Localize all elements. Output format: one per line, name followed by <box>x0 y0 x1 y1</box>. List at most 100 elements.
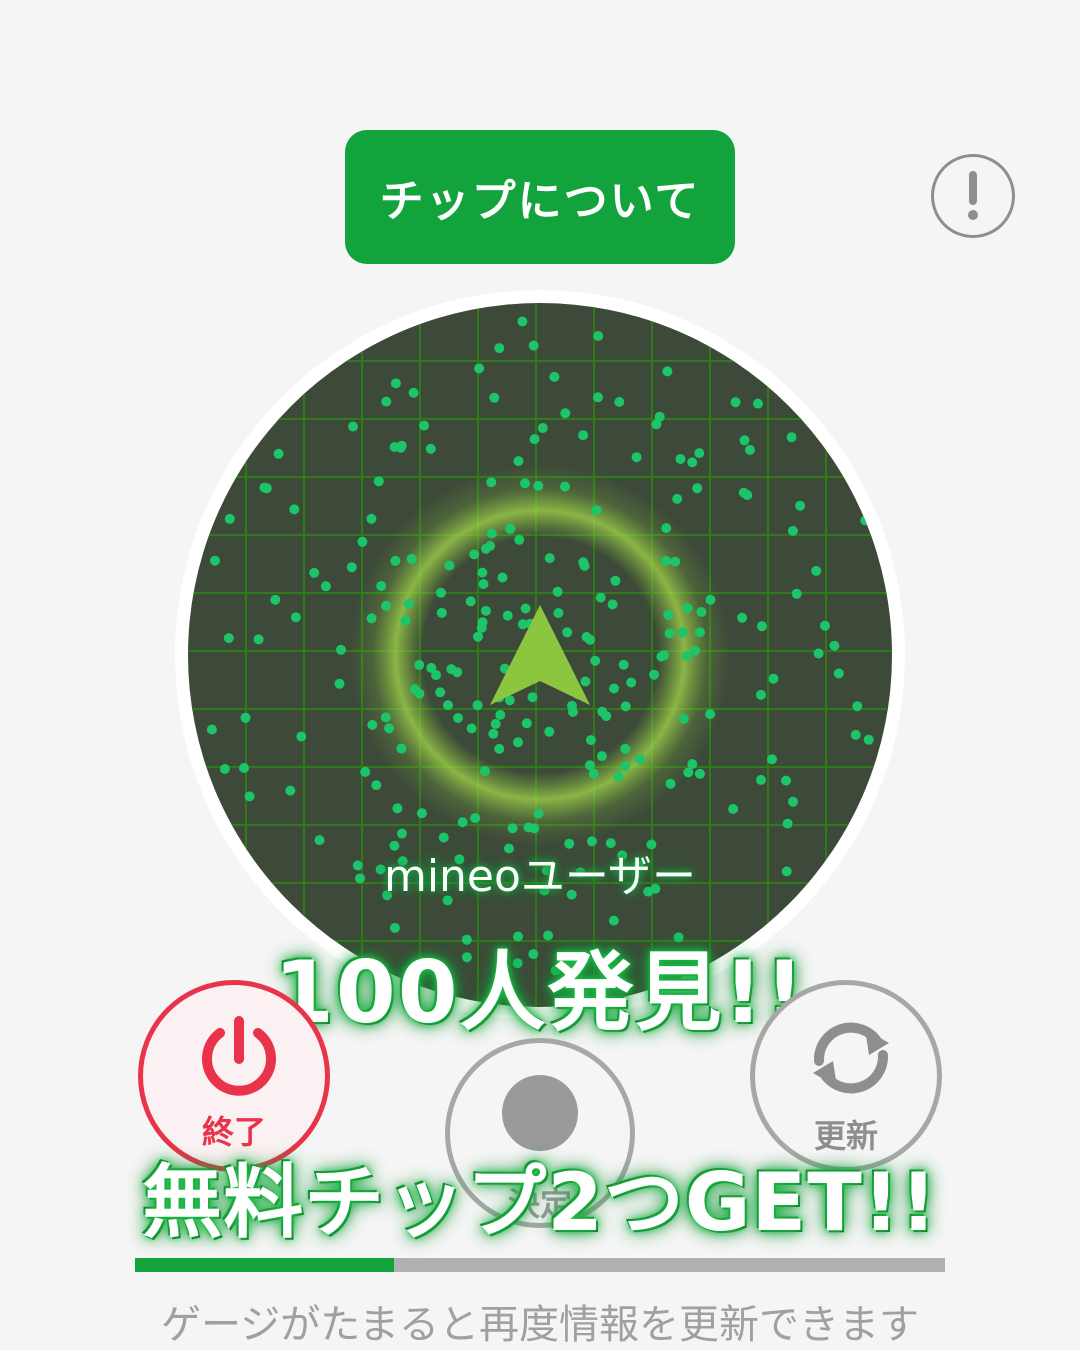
user-dot <box>261 483 272 494</box>
user-dot <box>346 562 357 573</box>
user-dot <box>528 340 539 351</box>
user-dot <box>607 599 618 610</box>
user-dot <box>360 766 371 777</box>
user-dot <box>782 818 793 829</box>
user-dot <box>781 384 791 395</box>
user-dot <box>488 728 499 739</box>
user-dot <box>240 712 251 723</box>
user-dot <box>380 712 391 723</box>
user-dot <box>527 692 538 703</box>
user-dot <box>425 443 436 454</box>
user-dot <box>381 396 392 407</box>
user-dot <box>687 759 698 769</box>
user-dot <box>334 678 345 689</box>
refresh-icon <box>813 1022 889 1094</box>
user-dot <box>593 392 603 403</box>
user-dot <box>585 634 595 645</box>
user-dot <box>694 627 705 638</box>
user-dot <box>553 608 564 618</box>
user-type-label: mineoユーザー <box>383 851 697 902</box>
user-dot <box>474 363 485 374</box>
user-dot <box>436 607 447 618</box>
user-dot <box>465 596 476 607</box>
user-dot <box>791 588 802 599</box>
refresh-gauge <box>135 1258 945 1272</box>
user-dot <box>453 713 463 723</box>
user-dot <box>513 737 523 748</box>
user-dot <box>634 754 645 765</box>
info-button[interactable] <box>931 154 1015 238</box>
user-dot <box>813 648 824 659</box>
user-dot <box>850 729 861 740</box>
user-dot <box>490 718 501 729</box>
user-dot <box>523 822 534 833</box>
user-dot <box>480 605 491 616</box>
exclamation-icon <box>968 171 978 220</box>
user-dot <box>786 432 797 443</box>
user-dot <box>811 565 822 576</box>
user-dot <box>400 615 411 626</box>
user-dot <box>273 448 284 459</box>
user-dot <box>426 662 437 673</box>
free-chip-promo: 無料チップ2つGET!! <box>142 1156 938 1249</box>
user-dot <box>479 766 490 776</box>
user-dot <box>270 594 281 605</box>
user-dot <box>692 483 703 494</box>
user-dot <box>662 366 673 377</box>
user-dot <box>620 743 631 754</box>
user-dot <box>507 823 518 834</box>
user-dot <box>244 791 255 802</box>
user-dot <box>744 444 755 455</box>
user-dot <box>591 505 602 516</box>
user-dot <box>390 378 401 389</box>
user-dot <box>537 423 548 433</box>
user-dot <box>296 731 307 742</box>
user-dot <box>738 487 749 498</box>
user-dot <box>756 774 766 785</box>
user-dot <box>596 751 607 762</box>
user-dot <box>614 397 625 407</box>
user-dot <box>544 726 555 737</box>
user-dot <box>473 631 483 642</box>
user-dot <box>443 700 453 711</box>
user-dot <box>414 688 425 699</box>
user-dot <box>371 780 382 791</box>
user-dot <box>672 493 683 504</box>
user-dot <box>381 600 392 611</box>
user-dot <box>408 387 419 398</box>
user-dot <box>580 676 591 687</box>
user-dot <box>435 587 446 598</box>
user-dot <box>578 430 589 441</box>
user-dot <box>595 592 606 603</box>
user-dot <box>795 500 806 511</box>
user-dot <box>290 612 301 623</box>
user-dot <box>663 609 674 620</box>
user-dot <box>832 448 842 458</box>
user-dot <box>502 610 513 621</box>
user-dot <box>352 313 363 324</box>
user-dot <box>613 771 624 782</box>
user-dot <box>631 452 642 463</box>
user-dot <box>544 553 555 564</box>
user-dot <box>309 567 320 578</box>
user-dot <box>737 612 748 623</box>
user-dot <box>696 607 707 617</box>
chip-info-button[interactable]: チップについて <box>345 130 735 264</box>
user-dot <box>505 523 516 534</box>
refresh-gauge-fill <box>135 1258 395 1272</box>
user-dot <box>457 817 468 828</box>
user-dot <box>206 724 217 735</box>
user-dot <box>675 454 686 464</box>
user-dot <box>495 709 506 720</box>
user-dot <box>560 481 570 492</box>
user-dot <box>466 723 477 734</box>
user-dot <box>357 536 368 547</box>
user-dot <box>585 760 595 771</box>
user-dot <box>366 513 377 524</box>
user-dot <box>469 549 480 560</box>
user-dot <box>626 677 637 688</box>
user-dot <box>406 553 417 564</box>
user-dot <box>787 525 798 536</box>
user-dot <box>767 754 777 765</box>
user-dot <box>609 683 619 694</box>
